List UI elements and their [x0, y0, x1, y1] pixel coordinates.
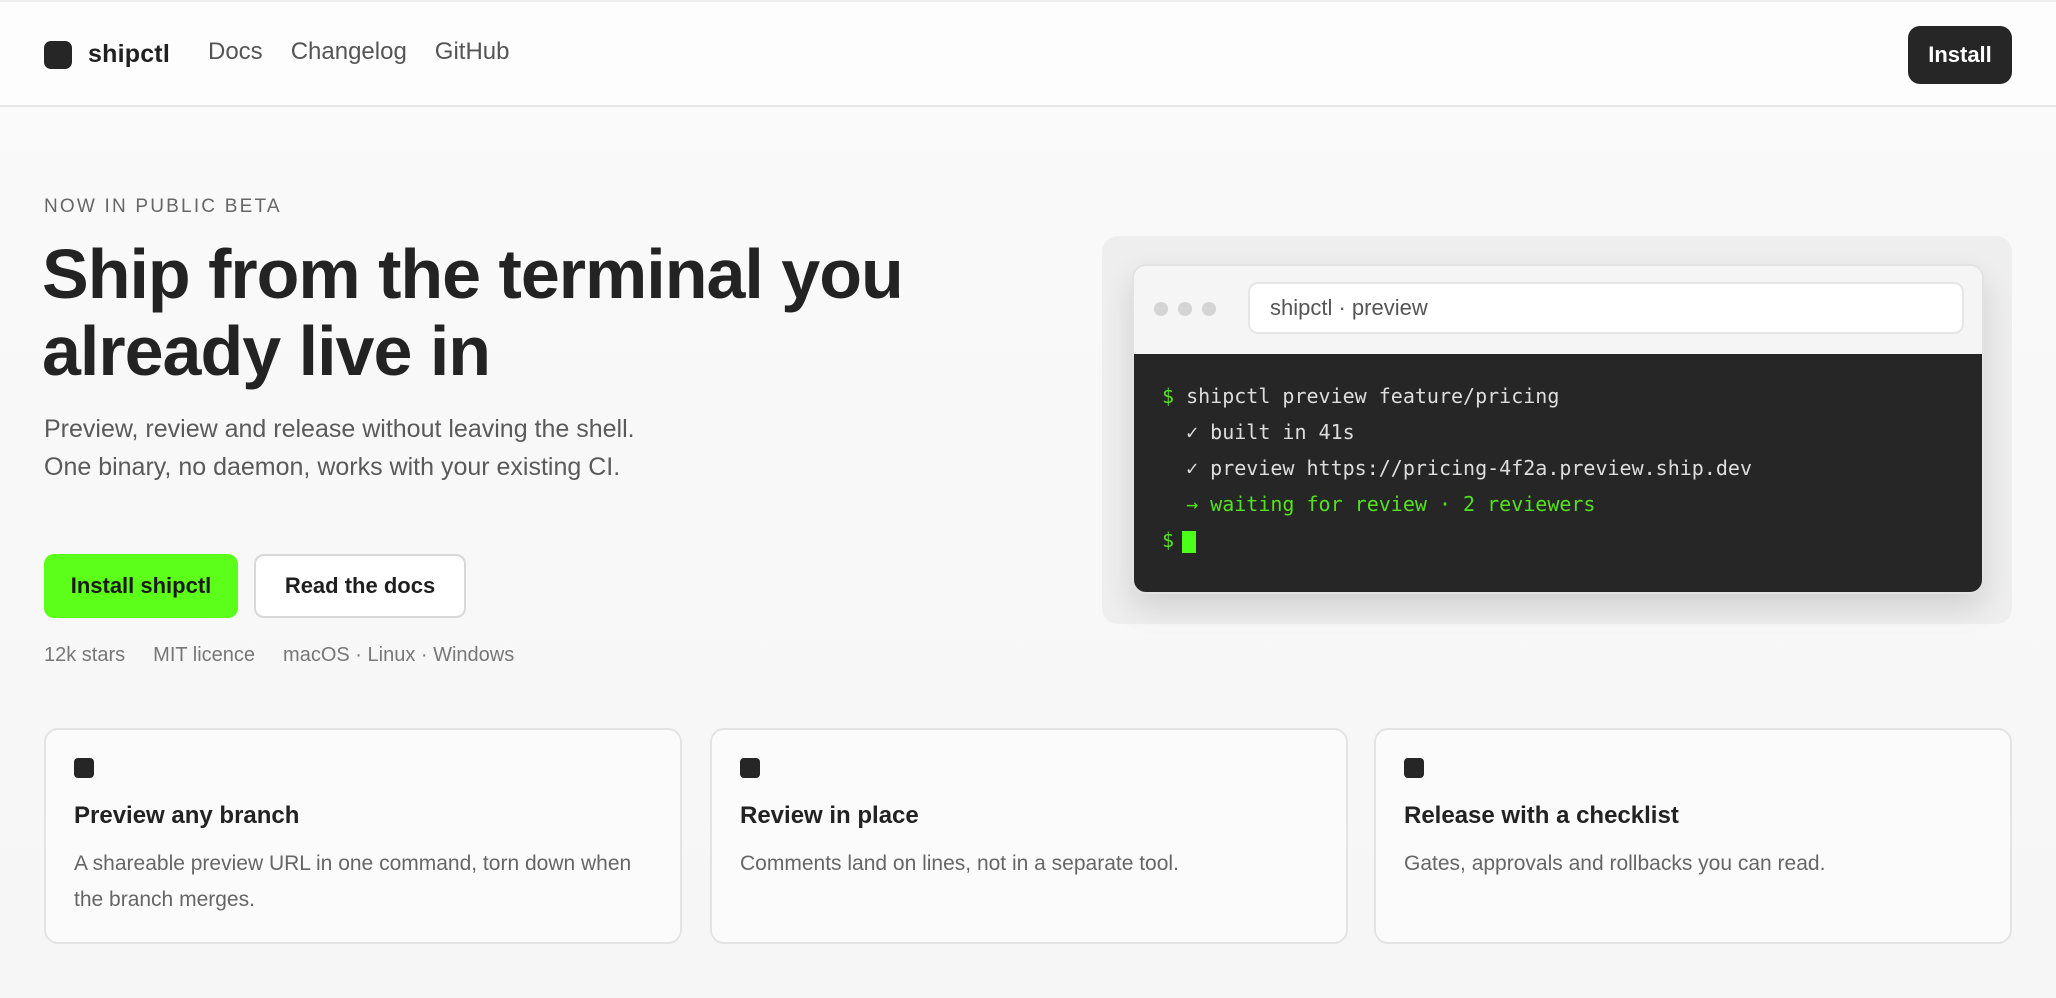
terminal-title: shipctl · preview: [1248, 282, 1964, 334]
feature-icon: [1404, 758, 1424, 778]
meta-licence: MIT licence: [153, 644, 256, 666]
meta-platforms: macOS · Linux · Windows: [283, 644, 515, 666]
feature-card-review: Review in place Comments land on lines, …: [710, 728, 1348, 944]
window-dot-icon: [1178, 302, 1192, 316]
feature-icon: [74, 758, 94, 778]
feature-description: Comments land on lines, not in a separat…: [740, 852, 1179, 875]
terminal-prompt: $: [1162, 528, 1175, 552]
nav-links: Docs Changelog GitHub: [208, 38, 538, 66]
top-nav: shipctl Docs Changelog GitHub Install: [0, 0, 2056, 107]
terminal-prompt: $: [1162, 384, 1175, 408]
terminal-line: $: [1162, 522, 1954, 558]
feature-icon: [740, 758, 760, 778]
terminal-line: ✓ built in 41s: [1162, 420, 1355, 444]
feature-description: A shareable preview URL in one command, …: [74, 852, 632, 911]
terminal-line: $ shipctl preview feature/pricing: [1162, 378, 1954, 414]
brand-name: shipctl: [88, 40, 170, 68]
feature-title: Review in place: [740, 802, 919, 829]
cursor-icon: [1182, 530, 1197, 553]
nav-link-changelog[interactable]: Changelog: [291, 38, 407, 66]
terminal-preview-card: shipctl · preview $ shipctl preview feat…: [1102, 236, 2012, 624]
hero-title-line-2: already live in: [42, 312, 491, 390]
meta-stars: 12k stars: [44, 644, 126, 666]
feature-title: Release with a checklist: [1404, 802, 1679, 829]
hero-title-line-1: Ship from the terminal you: [42, 235, 904, 313]
hero-title: Ship from the terminal you already live …: [42, 236, 942, 390]
install-shipctl-button[interactable]: Install shipctl: [44, 554, 238, 618]
read-docs-button[interactable]: Read the docs: [254, 554, 466, 618]
terminal-body: $ shipctl preview feature/pricing ✓ buil…: [1134, 354, 1982, 592]
feature-card-release: Release with a checklist Gates, approval…: [1374, 728, 2012, 944]
window-dot-icon: [1202, 302, 1216, 316]
hero-subtitle: Preview, review and release without leav…: [44, 415, 635, 481]
terminal-line: ✓ preview https://pricing-4f2a.preview.s…: [1162, 456, 1753, 480]
nav-link-github[interactable]: GitHub: [435, 38, 510, 66]
feature-description: Gates, approvals and rollbacks you can r…: [1404, 852, 1826, 875]
logo-icon: [44, 40, 72, 69]
terminal-line: → waiting for review · 2 reviewers: [1162, 492, 1596, 516]
nav-install-button[interactable]: Install: [1908, 26, 2012, 84]
hero-eyebrow: NOW IN PUBLIC BETA: [44, 196, 282, 217]
landing-page: shipctl Docs Changelog GitHub Install NO…: [0, 0, 2056, 998]
terminal-command: shipctl preview feature/pricing: [1186, 384, 1560, 408]
nav-link-docs[interactable]: Docs: [208, 38, 263, 66]
hero-meta: 12k stars MIT licence macOS · Linux · Wi…: [44, 644, 542, 667]
terminal-title-bar: shipctl · preview: [1134, 266, 1982, 354]
terminal-window: shipctl · preview $ shipctl preview feat…: [1132, 264, 1984, 594]
window-dot-icon: [1154, 302, 1168, 316]
brand[interactable]: shipctl: [44, 40, 170, 69]
feature-title: Preview any branch: [74, 802, 300, 829]
feature-card-preview: Preview any branch A shareable preview U…: [44, 728, 682, 944]
